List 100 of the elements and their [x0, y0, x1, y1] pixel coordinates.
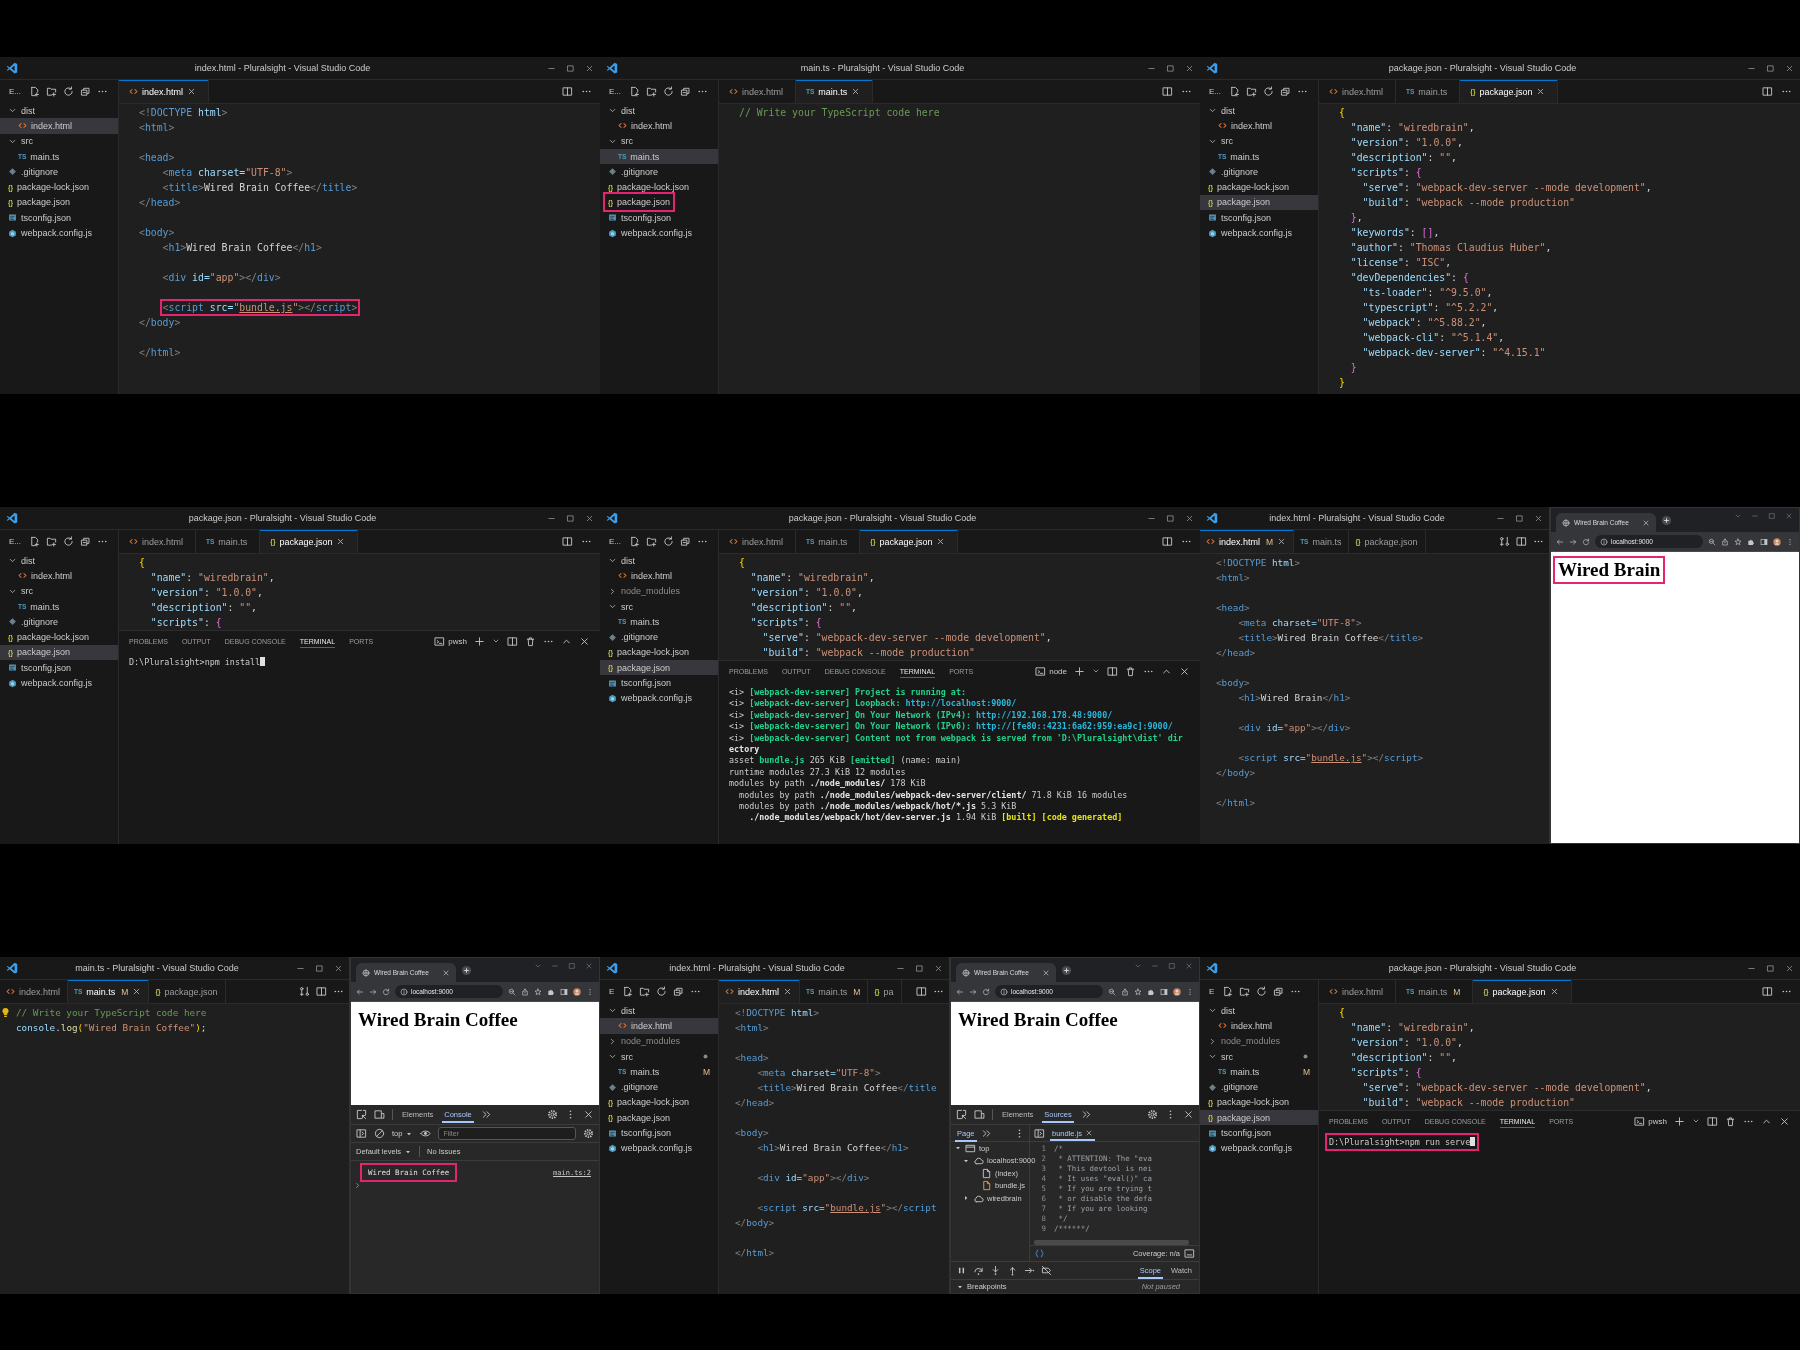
refresh-icon[interactable] [63, 536, 74, 547]
file-tree-item[interactable]: node_modules [1206, 1034, 1318, 1049]
step-icon[interactable] [1024, 1265, 1035, 1276]
share-icon[interactable] [1721, 537, 1729, 546]
refresh-icon[interactable] [663, 536, 674, 547]
step-into-icon[interactable] [990, 1265, 1001, 1276]
close-icon[interactable] [583, 1109, 594, 1120]
file-tree-item[interactable]: node_modules [606, 584, 718, 599]
split-terminal-icon[interactable] [507, 635, 518, 647]
close-icon[interactable] [1185, 513, 1194, 523]
chevron-down-icon[interactable] [1092, 667, 1100, 675]
zoom-icon[interactable] [1708, 537, 1716, 546]
file-tree-item[interactable]: webpack.config.js [606, 691, 718, 706]
file-tree-item[interactable]: webpack.config.js [606, 226, 718, 240]
side-panel-icon[interactable] [1160, 987, 1168, 996]
close-icon[interactable] [1185, 63, 1194, 73]
editor-tab[interactable]: index.html [719, 530, 797, 553]
close-icon[interactable] [579, 635, 590, 647]
file-tree-item[interactable]: .gitignore [6, 614, 118, 629]
reload-icon[interactable] [982, 987, 990, 996]
split-terminal-icon[interactable] [1107, 665, 1118, 677]
close-icon[interactable] [1536, 87, 1546, 96]
menu-icon[interactable] [1786, 537, 1794, 546]
file-tree-item[interactable]: index.html [616, 118, 718, 133]
split-editor-icon[interactable] [1162, 536, 1173, 547]
inspect-icon[interactable] [356, 1109, 367, 1120]
refresh-icon[interactable] [1256, 986, 1268, 997]
refresh-icon[interactable] [656, 986, 668, 997]
collapse-icon[interactable] [680, 536, 691, 547]
pause-icon[interactable] [956, 1265, 967, 1276]
close-icon[interactable] [1785, 63, 1794, 73]
new-folder-icon[interactable] [646, 536, 657, 547]
close-icon[interactable] [585, 513, 594, 523]
file-tree-item[interactable]: src [1206, 134, 1318, 149]
file-tree-item[interactable]: .gitignore [1206, 1080, 1318, 1095]
new-folder-icon[interactable] [646, 86, 657, 97]
side-panel-icon[interactable] [560, 987, 568, 996]
close-icon[interactable] [336, 537, 346, 546]
share-icon[interactable] [521, 987, 529, 996]
close-icon[interactable] [1779, 1115, 1790, 1127]
split-editor-icon[interactable] [1516, 536, 1527, 547]
file-tree-item[interactable]: tsconfig.json [606, 210, 718, 225]
close-icon[interactable] [1042, 968, 1050, 977]
inspect-icon[interactable] [956, 1109, 967, 1120]
file-tree-item[interactable]: src [1206, 1049, 1318, 1064]
close-icon[interactable] [442, 968, 450, 977]
star-icon[interactable] [534, 987, 542, 996]
collapse-icon[interactable] [680, 86, 691, 97]
editor-tab[interactable]: index.html [719, 980, 801, 1003]
forward-icon[interactable] [1569, 537, 1577, 546]
maximize-icon[interactable] [1515, 513, 1524, 523]
file-tree-item[interactable]: webpack.config.js [1206, 1141, 1318, 1156]
menu-icon[interactable] [586, 987, 594, 996]
file-tree-item[interactable]: tsconfig.json [1206, 210, 1318, 225]
close-icon[interactable] [1785, 963, 1794, 973]
deactivate-breakpoints-icon[interactable] [1041, 1265, 1052, 1276]
settings-icon[interactable] [583, 1128, 594, 1139]
shell-selector[interactable]: pwsh [434, 635, 467, 647]
maximize-icon[interactable] [1166, 513, 1175, 523]
split-editor-icon[interactable] [1162, 86, 1173, 97]
close-icon[interactable] [1085, 1129, 1094, 1137]
device-icon[interactable] [374, 1109, 385, 1120]
collapse-icon[interactable] [80, 536, 91, 547]
chevron-down-icon[interactable] [1692, 1117, 1700, 1125]
file-tree-item[interactable]: webpack.config.js [6, 226, 118, 240]
back-icon[interactable] [956, 987, 964, 996]
zoom-icon[interactable] [1108, 987, 1116, 996]
file-tree-item[interactable]: tsconfig.json [6, 660, 118, 675]
file-tree-item[interactable]: src [6, 584, 118, 599]
collapse-icon[interactable] [673, 986, 685, 997]
puzzle-icon[interactable] [1747, 537, 1755, 546]
close-icon[interactable] [934, 963, 943, 973]
maximize-icon[interactable] [566, 63, 575, 73]
close-icon[interactable] [1183, 1109, 1194, 1120]
editor-tab[interactable]: index.html [119, 530, 197, 553]
file-tree-item[interactable]: .gitignore [1206, 164, 1318, 179]
avatar-icon[interactable] [1173, 987, 1181, 996]
compare-icon[interactable] [1499, 536, 1510, 547]
file-tree-item[interactable]: dist [1206, 103, 1318, 118]
file-tree-item[interactable]: src [606, 1049, 718, 1064]
trash-icon[interactable] [1725, 1115, 1736, 1127]
reload-icon[interactable] [382, 987, 390, 996]
collapse-icon[interactable] [80, 86, 91, 97]
file-tree-item[interactable]: .gitignore [606, 1080, 718, 1095]
file-tree-item[interactable]: dist [606, 103, 718, 118]
device-icon[interactable] [974, 1109, 985, 1120]
close-icon[interactable] [1179, 665, 1190, 677]
collapse-icon[interactable] [1280, 86, 1291, 97]
lightbulb-icon[interactable] [0, 1007, 11, 1018]
file-tree-item[interactable]: index.html [16, 568, 118, 583]
trash-icon[interactable] [525, 635, 536, 647]
file-tree-item[interactable]: tsconfig.json [606, 676, 718, 690]
file-tree-item[interactable]: node_modules [606, 1034, 718, 1049]
close-icon[interactable] [187, 87, 197, 96]
reload-icon[interactable] [1582, 537, 1590, 546]
forward-icon[interactable] [969, 987, 977, 996]
close-icon[interactable] [1534, 513, 1543, 523]
new-folder-icon[interactable] [46, 86, 57, 97]
menu-icon[interactable] [1186, 987, 1194, 996]
editor-tab[interactable]: index.html [119, 80, 210, 103]
